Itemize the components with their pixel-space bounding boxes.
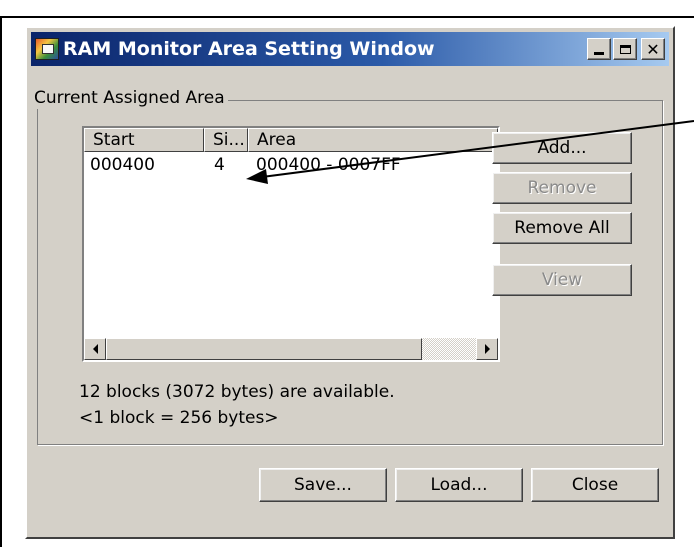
- cell-start: 000400: [90, 155, 155, 175]
- remove-button[interactable]: Remove: [492, 172, 632, 204]
- frame-border-left: [0, 16, 2, 547]
- list-header: Start Si... Area: [84, 128, 498, 152]
- column-header-size[interactable]: Si...: [204, 128, 248, 152]
- add-button[interactable]: Add...: [492, 132, 632, 164]
- cell-size: 4: [214, 155, 225, 175]
- list-item[interactable]: 000400 4 000400 - 0007FF: [84, 154, 498, 176]
- available-blocks-text: 12 blocks (3072 bytes) are available.: [79, 382, 395, 402]
- scroll-left-button[interactable]: [84, 338, 106, 360]
- title-bar[interactable]: RAM Monitor Area Setting Window ✕: [31, 32, 669, 66]
- close-window-button[interactable]: ✕: [641, 38, 665, 60]
- arrow-right-icon: [484, 344, 490, 354]
- close-button[interactable]: Close: [531, 468, 659, 502]
- minimize-icon: [594, 52, 604, 55]
- minimize-button[interactable]: [587, 38, 611, 60]
- column-header-area[interactable]: Area: [248, 128, 498, 152]
- maximize-button[interactable]: [613, 38, 637, 60]
- column-header-start[interactable]: Start: [84, 128, 204, 152]
- remove-all-button[interactable]: Remove All: [492, 212, 632, 244]
- app-icon[interactable]: [35, 38, 59, 60]
- group-label: Current Assigned Area: [31, 87, 228, 109]
- block-size-text: <1 block = 256 bytes>: [79, 408, 279, 428]
- arrow-left-icon: [92, 344, 98, 354]
- ram-monitor-area-setting-window: RAM Monitor Area Setting Window ✕ Curren…: [25, 26, 675, 539]
- scroll-thumb[interactable]: [106, 338, 422, 360]
- frame-border-top: [0, 16, 694, 18]
- maximize-icon: [619, 44, 631, 54]
- scroll-right-button[interactable]: [476, 338, 498, 360]
- view-button[interactable]: View: [492, 264, 632, 296]
- horizontal-scrollbar[interactable]: [84, 338, 498, 360]
- close-icon: ✕: [646, 39, 660, 59]
- window-title: RAM Monitor Area Setting Window: [63, 38, 435, 60]
- save-button[interactable]: Save...: [259, 468, 387, 502]
- cell-area: 000400 - 0007FF: [256, 155, 401, 175]
- assigned-area-list[interactable]: Start Si... Area 000400 4 000400 - 0007F…: [82, 126, 500, 362]
- load-button[interactable]: Load...: [395, 468, 523, 502]
